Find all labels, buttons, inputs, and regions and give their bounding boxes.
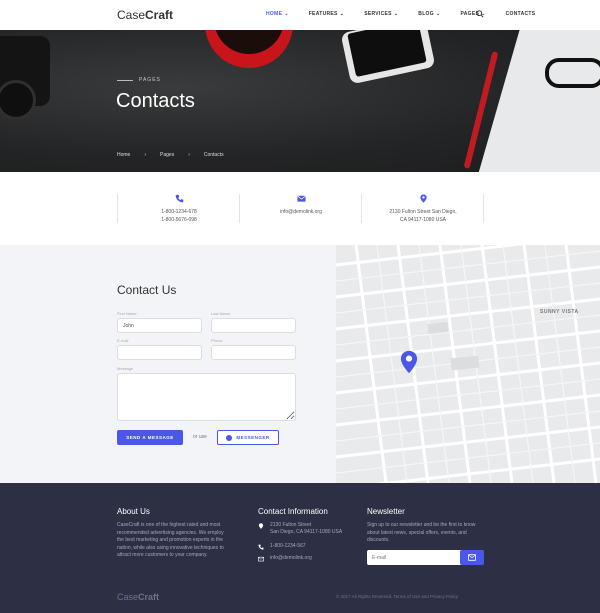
nav-features-label: FEATURES [308, 11, 338, 17]
newsletter-submit-button[interactable] [460, 550, 484, 565]
email-input[interactable] [117, 345, 202, 360]
footer-copyright: © 2017 All Rights Reserved. Terms of Use… [336, 594, 459, 599]
logo-text-bold: Craft [145, 8, 174, 22]
footer-address-line-1: 2130 Fulton Street [270, 522, 312, 528]
phone-icon [258, 544, 264, 550]
nav-blog[interactable]: BLOG ⌄ [418, 11, 440, 17]
breadcrumb-home[interactable]: Home [117, 152, 130, 158]
footer-contact-heading: Contact Information [258, 507, 328, 516]
info-email: info@demolink.org [240, 194, 362, 216]
info-phone: 1-800-1234-678 1-800-5676-098 [118, 194, 240, 224]
footer-newsletter-text: Sign up to our newsletter and be the fir… [367, 522, 476, 544]
info-address: 2130 Fulton Street San Diego, CA 94117-1… [362, 194, 484, 224]
kicker-line [117, 79, 133, 81]
site-header: CaseCraft HOME ⌄ FEATURES ⌄ SERVICES ⌄ BLOG… [0, 0, 600, 30]
chevron-down-icon: ⌄ [435, 11, 441, 17]
footer-address: 2130 Fulton Street San Diego, CA 94117-10… [258, 522, 342, 536]
map-pin-icon [419, 194, 427, 203]
chevron-down-icon: ⌄ [284, 11, 289, 17]
footer-about-text: CaseCraft is one of the highest rated an… [117, 522, 224, 559]
nav-services-label: SERVICES [364, 11, 392, 17]
info-address-line-2: CA 94117-1080 USA [399, 217, 447, 223]
send-message-button[interactable]: SEND A MESSAGE [117, 430, 183, 445]
nav-home-label: HOME [266, 11, 283, 17]
contact-section [0, 245, 336, 483]
chevron-down-icon: ⌄ [339, 11, 345, 17]
footer-email[interactable]: info@demolink.org [258, 555, 312, 562]
search-icon[interactable] [476, 10, 484, 18]
newsletter-email-input[interactable] [367, 550, 465, 565]
footer-phone-text: 1-800-1234-567 [270, 543, 306, 549]
footer-address-line-2: San Diego, CA 94117-1080 USA [270, 529, 343, 535]
main-nav: HOME ⌄ FEATURES ⌄ SERVICES ⌄ BLOG ⌄ PAGES ⌄ C… [266, 11, 555, 17]
mail-icon [258, 556, 264, 562]
messenger-button[interactable]: MESSENGER [217, 430, 279, 445]
nav-home[interactable]: HOME ⌄ [266, 11, 289, 17]
message-label: Message [117, 366, 134, 371]
last-name-label: Last Name [211, 311, 231, 316]
site-logo[interactable]: CaseCraft [117, 8, 173, 22]
map-area-label: SUNNY VISTA [540, 309, 579, 315]
messenger-label: MESSENGER [236, 435, 270, 440]
info-phone-line-2[interactable]: 1-800-5676-098 [118, 216, 240, 224]
phone-input[interactable] [211, 345, 296, 360]
footer-logo-light: Case [117, 592, 139, 602]
mail-icon [296, 195, 306, 202]
footer-phone[interactable]: 1-800-1234-567 [258, 543, 306, 550]
first-name-label: First Name [117, 311, 137, 316]
nav-contacts-label: CONTACTS [505, 11, 536, 17]
messenger-icon [226, 434, 233, 441]
nav-contacts[interactable]: CONTACTS [506, 11, 536, 17]
map-pin-icon[interactable] [400, 350, 418, 374]
phone-label: Phone [211, 338, 223, 343]
breadcrumb-separator: › [188, 152, 190, 158]
breadcrumb-current: Contacts [203, 152, 224, 158]
nav-services[interactable]: SERVICES ⌄ [364, 11, 398, 17]
email-label: E-mail [117, 338, 129, 343]
info-email-line[interactable]: info@demolink.org [240, 208, 362, 216]
contact-info-strip: 1-800-1234-678 1-800-5676-098 info@demol… [0, 172, 600, 245]
info-divider [483, 194, 484, 223]
hero-kicker: PAGES [117, 77, 161, 83]
map-pin-icon [258, 523, 264, 529]
nav-blog-label: BLOG [418, 11, 434, 17]
info-phone-line-1[interactable]: 1-800-1234-678 [118, 208, 240, 216]
footer-logo-bold: Craft [138, 592, 160, 602]
nav-features[interactable]: FEATURES ⌄ [309, 11, 344, 17]
first-name-input[interactable] [117, 318, 202, 333]
logo-text-light: Case [117, 8, 146, 22]
footer-logo[interactable]: CaseCraft [117, 592, 159, 602]
location-map[interactable] [336, 245, 600, 483]
or-use-text: or use [193, 434, 207, 440]
breadcrumb-separator: › [144, 152, 147, 158]
message-textarea[interactable] [117, 373, 296, 421]
last-name-input[interactable] [211, 318, 296, 333]
page-hero [0, 30, 600, 172]
chevron-down-icon: ⌄ [393, 11, 399, 17]
kicker-text: PAGES [139, 77, 161, 83]
page-title: Contacts [116, 90, 195, 112]
map-streets [336, 245, 600, 483]
mail-icon [468, 554, 476, 561]
hero-glasses-image [545, 58, 600, 88]
footer-newsletter-heading: Newsletter [367, 507, 405, 516]
info-address-line-1: 2130 Fulton Street San Diego, [389, 209, 457, 215]
contact-title: Contact Us [117, 283, 177, 297]
breadcrumb-pages[interactable]: Pages [160, 152, 174, 158]
footer-about-heading: About Us [117, 507, 150, 516]
footer-email-text: info@demolink.org [270, 555, 312, 561]
phone-icon [175, 194, 183, 203]
breadcrumb: Home › Pages › Contacts [117, 152, 224, 158]
